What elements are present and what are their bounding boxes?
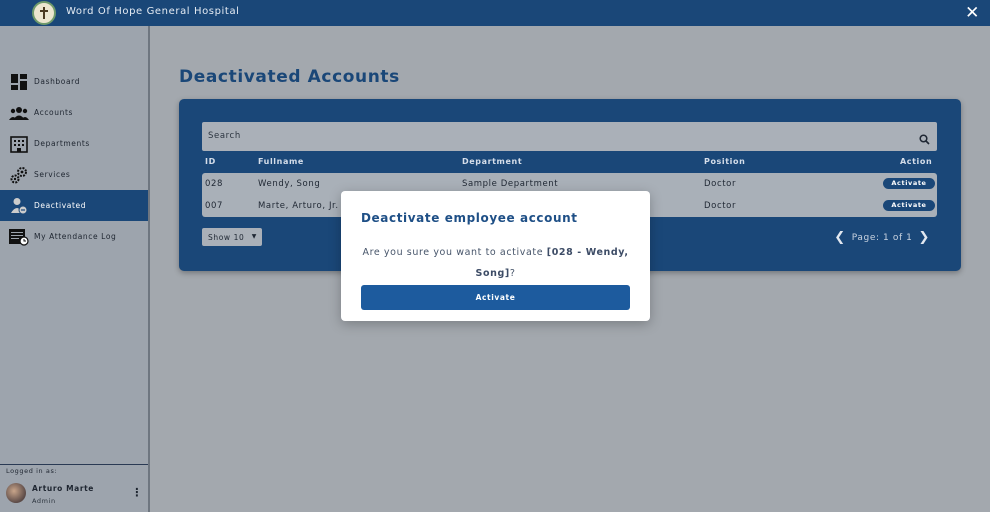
column-header-id[interactable]: ID — [205, 157, 216, 166]
user-name: Arturo Marte — [32, 484, 94, 493]
top-bar: Word Of Hope General Hospital ✕ — [0, 0, 990, 26]
dashboard-icon — [9, 72, 29, 92]
column-header-action: Action — [900, 157, 933, 166]
avatar — [6, 483, 26, 503]
users-icon — [9, 103, 29, 123]
cell-department: Sample Department — [462, 179, 559, 189]
cell-fullname: Marte, Arturo, Jr. — [258, 201, 339, 211]
cell-position: Doctor — [704, 201, 737, 211]
hospital-logo — [32, 1, 56, 25]
page-size-select[interactable]: Show 10 ▼ — [202, 228, 262, 246]
sidebar-item-label: Dashboard — [34, 77, 81, 86]
cell-id: 007 — [205, 201, 224, 211]
dialog-message: Are you sure you want to activate [028 -… — [361, 242, 630, 284]
dialog-title: Deactivate employee account — [361, 211, 578, 225]
page-size-label: Show 10 — [208, 233, 245, 242]
cell-position: Doctor — [704, 179, 737, 189]
sidebar: Dashboard Accounts Departments Services … — [0, 26, 150, 512]
activate-button[interactable]: Activate — [883, 178, 935, 189]
calendar-clock-icon — [9, 227, 29, 247]
close-icon[interactable]: ✕ — [965, 3, 980, 23]
cell-fullname: Wendy, Song — [258, 179, 321, 189]
sidebar-item-dashboard[interactable]: Dashboard — [0, 66, 148, 97]
sidebar-user-panel: Logged in as: Arturo Marte Admin ⋮ — [0, 464, 148, 512]
confirm-activate-dialog: Deactivate employee account Are you sure… — [341, 191, 650, 321]
sidebar-item-accounts[interactable]: Accounts — [0, 97, 148, 128]
search-input[interactable]: Search — [202, 122, 937, 151]
sidebar-item-label: Accounts — [34, 108, 73, 117]
app-title: Word Of Hope General Hospital — [66, 6, 240, 17]
search-placeholder: Search — [208, 131, 241, 141]
column-header-fullname[interactable]: Fullname — [258, 157, 304, 166]
page-indicator: Page: 1 of 1 — [851, 232, 913, 243]
column-header-department[interactable]: Department — [462, 157, 522, 166]
search-icon[interactable] — [919, 130, 930, 149]
activate-button[interactable]: Activate — [883, 200, 935, 211]
column-header-position[interactable]: Position — [704, 157, 745, 166]
pagination: ❮ Page: 1 of 1 ❯ — [828, 230, 936, 245]
more-options-icon[interactable]: ⋮ — [131, 486, 143, 499]
gears-icon — [9, 165, 29, 185]
user-deactivated-icon — [9, 196, 29, 216]
logged-in-label: Logged in as: — [6, 467, 58, 475]
dialog-message-end: ? — [509, 268, 516, 279]
dialog-message-text: Are you sure you want to activate — [362, 247, 547, 258]
sidebar-item-label: Services — [34, 170, 71, 179]
sidebar-item-services[interactable]: Services — [0, 159, 148, 190]
building-icon — [9, 134, 29, 154]
sidebar-item-deactivated[interactable]: Deactivated — [0, 190, 148, 221]
cell-id: 028 — [205, 179, 224, 189]
user-role: Admin — [32, 497, 56, 505]
sidebar-item-departments[interactable]: Departments — [0, 128, 148, 159]
page-title: Deactivated Accounts — [179, 67, 400, 87]
sidebar-item-attendance-log[interactable]: My Attendance Log — [0, 221, 148, 252]
chevron-right-icon[interactable]: ❯ — [919, 230, 931, 245]
chevron-left-icon[interactable]: ❮ — [834, 230, 846, 245]
sidebar-item-label: My Attendance Log — [34, 232, 117, 241]
chevron-down-icon: ▼ — [251, 233, 257, 240]
sidebar-nav: Dashboard Accounts Departments Services … — [0, 66, 148, 252]
confirm-activate-button[interactable]: Activate — [361, 285, 630, 310]
sidebar-item-label: Deactivated — [34, 201, 87, 210]
sidebar-item-label: Departments — [34, 139, 90, 148]
